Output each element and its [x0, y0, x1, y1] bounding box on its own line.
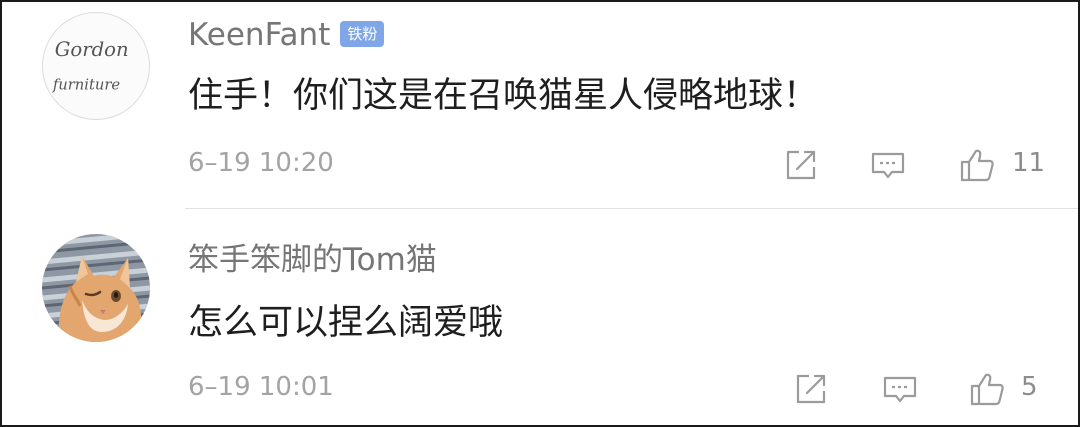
reply-button[interactable] — [882, 371, 918, 407]
comment-item: 笨手笨脚的Tom猫 怎么可以捏么阔爱哦 6–19 10:01 5 — [2, 208, 1078, 425]
reply-button[interactable] — [870, 147, 906, 183]
like-button[interactable] — [959, 147, 995, 183]
username[interactable]: 笨手笨脚的Tom猫 — [188, 240, 437, 280]
thumbs-up-icon — [960, 149, 994, 182]
cat-photo-avatar — [42, 234, 150, 342]
comment-text: 住手！你们这是在召唤猫星人侵略地球！ — [188, 76, 819, 116]
username[interactable]: KeenFant 铁粉 — [188, 15, 385, 55]
repost-button[interactable] — [793, 371, 829, 407]
timestamp: 6–19 10:20 — [188, 148, 334, 178]
repost-icon — [786, 150, 816, 180]
comment-list: Gordon furniture KeenFant 铁粉 住手！你们这是在召唤猫星… — [0, 0, 1080, 427]
reply-icon — [871, 152, 905, 179]
username-text[interactable]: 笨手笨脚的Tom猫 — [188, 242, 437, 278]
logo-text-line-1: Gordon — [55, 38, 129, 61]
like-count: 5 — [1021, 372, 1038, 402]
comment-text: 怎么可以捏么阔爱哦 — [188, 303, 504, 343]
thumbs-up-icon — [970, 373, 1004, 406]
gordon-furniture-logo: Gordon furniture — [52, 38, 129, 94]
avatar[interactable]: Gordon furniture — [42, 12, 150, 120]
comment-item: Gordon furniture KeenFant 铁粉 住手！你们这是在召唤猫星… — [2, 2, 1078, 208]
logo-text-line-2: furniture — [52, 77, 121, 94]
timestamp: 6–19 10:01 — [188, 372, 334, 402]
avatar[interactable] — [42, 234, 150, 342]
username-text[interactable]: KeenFant — [188, 17, 330, 53]
repost-button[interactable] — [783, 147, 819, 183]
reply-icon — [883, 376, 917, 403]
fan-badge: 铁粉 — [340, 20, 385, 47]
like-count: 11 — [1012, 148, 1046, 178]
like-button[interactable] — [969, 371, 1005, 407]
repost-icon — [796, 374, 826, 404]
